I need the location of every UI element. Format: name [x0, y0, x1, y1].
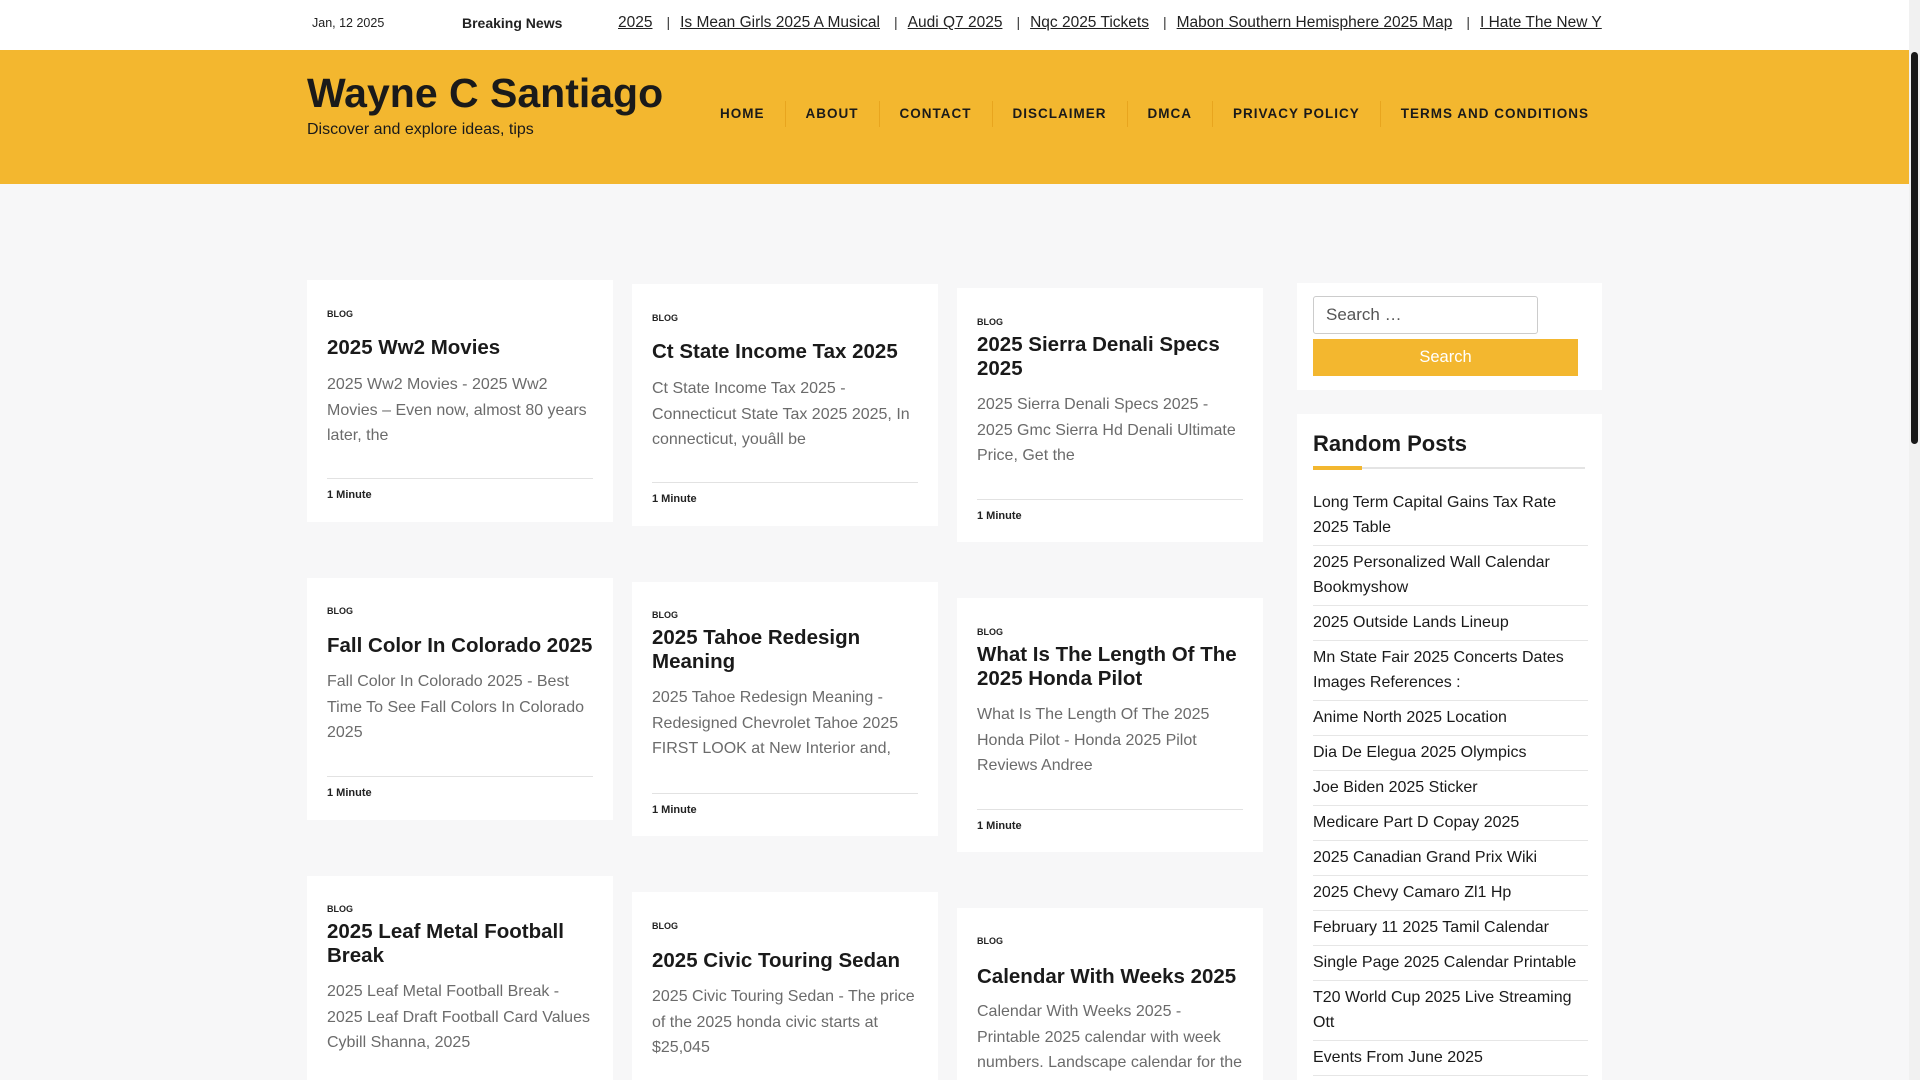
- post-category[interactable]: BLOG: [977, 627, 1003, 637]
- nav-privacy-policy[interactable]: PRIVACY POLICY: [1212, 101, 1380, 127]
- post-category[interactable]: BLOG: [977, 317, 1003, 327]
- post-card: BLOG 2025 Leaf Metal Football Break 2025…: [307, 876, 613, 1080]
- post-category[interactable]: BLOG: [327, 904, 353, 914]
- post-read-time: 1 Minute: [652, 493, 697, 505]
- ticker-separator: |: [894, 14, 898, 30]
- post-excerpt: Fall Color In Colorado 2025 - Best Time …: [327, 673, 584, 741]
- widget-title-accent: [1313, 466, 1362, 470]
- search-button[interactable]: Search: [1313, 339, 1578, 376]
- post-read-time: 1 Minute: [327, 787, 372, 799]
- search-widget: Search: [1297, 283, 1602, 390]
- post-read-time: 1 Minute: [327, 489, 372, 501]
- ticker-separator: |: [1016, 14, 1021, 30]
- random-posts-list: Long Term Capital Gains Tax Rate 2025 Ta…: [1313, 490, 1588, 1076]
- post-card: BLOG 2025 Tahoe Redesign Meaning 2025 Ta…: [632, 582, 938, 836]
- post-card: BLOG Ct State Income Tax 2025 Ct State I…: [632, 284, 938, 526]
- search-input[interactable]: [1313, 296, 1538, 334]
- ticker-separator: |: [1466, 14, 1470, 30]
- post-card: BLOG 2025 Sierra Denali Specs 2025 2025 …: [957, 288, 1263, 542]
- post-excerpt: 2025 Leaf Metal Football Break - 2025 Le…: [327, 983, 590, 1051]
- post-title[interactable]: Fall Color In Colorado 2025: [327, 634, 593, 658]
- post-category[interactable]: BLOG: [327, 606, 353, 616]
- post-excerpt: 2025 Sierra Denali Specs 2025 - 2025 Gmc…: [977, 396, 1236, 464]
- random-post-link[interactable]: T20 World Cup 2025 Live Streaming Ott: [1313, 981, 1588, 1041]
- post-card: BLOG Fall Color In Colorado 2025 Fall Co…: [307, 578, 613, 820]
- scrollbar-thumb[interactable]: [1911, 52, 1918, 444]
- post-read-time: 1 Minute: [977, 510, 1022, 522]
- ticker-link[interactable]: Nqc 2025 Tickets: [1030, 14, 1149, 32]
- post-category[interactable]: BLOG: [327, 309, 353, 319]
- current-date: Jan, 12 2025: [312, 16, 385, 30]
- post-excerpt: Ct State Income Tax 2025 - Connecticut S…: [652, 380, 910, 448]
- random-post-link[interactable]: February 11 2025 Tamil Calendar: [1313, 911, 1588, 946]
- post-category[interactable]: BLOG: [652, 610, 678, 620]
- nav-contact[interactable]: CONTACT: [878, 101, 992, 127]
- post-category[interactable]: BLOG: [652, 921, 678, 931]
- post-card: BLOG 2025 Ww2 Movies 2025 Ww2 Movies - 2…: [307, 280, 613, 522]
- card-divider: [977, 499, 1243, 500]
- post-excerpt: 2025 Ww2 Movies - 2025 Ww2 Movies – Even…: [327, 376, 587, 444]
- post-category[interactable]: BLOG: [977, 936, 1003, 946]
- post-excerpt: Calendar With Weeks 2025 - Printable 202…: [977, 1003, 1243, 1071]
- card-divider: [652, 482, 918, 483]
- nav-terms-and-conditions[interactable]: TERMS AND CONDITIONS: [1379, 101, 1609, 127]
- post-title[interactable]: Calendar With Weeks 2025: [977, 965, 1243, 989]
- site-header: Wayne C Santiago Discover and explore id…: [0, 50, 1909, 184]
- site-title[interactable]: Wayne C Santiago: [307, 70, 663, 117]
- post-title[interactable]: 2025 Tahoe Redesign Meaning: [652, 626, 918, 674]
- ticker-link[interactable]: Mabon Southern Hemisphere 2025 Map: [1177, 14, 1453, 32]
- random-post-link[interactable]: Anime North 2025 Location: [1313, 701, 1588, 736]
- post-category[interactable]: BLOG: [652, 313, 678, 323]
- breaking-news-label: Breaking News: [462, 15, 563, 31]
- nav-disclaimer[interactable]: DISCLAIMER: [991, 101, 1127, 127]
- random-post-link[interactable]: Medicare Part D Copay 2025: [1313, 806, 1588, 841]
- card-divider: [327, 478, 593, 479]
- site-tagline: Discover and explore ideas, tips: [307, 121, 534, 138]
- random-posts-widget: Random Posts Long Term Capital Gains Tax…: [1297, 414, 1602, 1080]
- post-read-time: 1 Minute: [652, 804, 697, 816]
- random-post-link[interactable]: 2025 Canadian Grand Prix Wiki: [1313, 841, 1588, 876]
- ticker-link[interactable]: 2025: [618, 14, 652, 32]
- random-post-link[interactable]: Mn State Fair 2025 Concerts Dates Images…: [1313, 641, 1588, 701]
- ticker-separator: |: [1162, 14, 1167, 30]
- ticker-link[interactable]: Is Mean Girls 2025 A Musical: [680, 14, 880, 32]
- post-card: BLOG What Is The Length Of The 2025 Hond…: [957, 598, 1263, 852]
- ticker-link[interactable]: Audi Q7 2025: [908, 14, 1003, 32]
- post-title[interactable]: 2025 Civic Touring Sedan: [652, 949, 918, 973]
- nav-home[interactable]: HOME: [700, 101, 785, 127]
- main-navigation: HOME ABOUT CONTACT DISCLAIMER DMCA PRIVA…: [700, 101, 1609, 127]
- post-title[interactable]: 2025 Leaf Metal Football Break: [327, 920, 593, 968]
- post-card: BLOG 2025 Civic Touring Sedan 2025 Civic…: [632, 892, 938, 1080]
- ticker-separator: |: [666, 14, 671, 30]
- post-title[interactable]: Ct State Income Tax 2025: [652, 340, 918, 364]
- card-divider: [977, 809, 1243, 810]
- breaking-news-ticker: 2025 | Is Mean Girls 2025 A Musical | Audi Q…: [618, 14, 1604, 36]
- post-excerpt: What Is The Length Of The 2025 Honda Pil…: [977, 706, 1210, 774]
- random-post-link[interactable]: 2025 Personalized Wall Calendar Bookmysh…: [1313, 546, 1588, 606]
- random-post-link[interactable]: Dia De Elegua 2025 Olympics: [1313, 736, 1588, 771]
- random-post-link[interactable]: Joe Biden 2025 Sticker: [1313, 771, 1588, 806]
- page-scrollbar[interactable]: [1909, 0, 1920, 1080]
- post-title[interactable]: 2025 Ww2 Movies: [327, 336, 593, 360]
- post-read-time: 1 Minute: [977, 820, 1022, 832]
- post-excerpt: 2025 Civic Touring Sedan - The price of …: [652, 988, 915, 1056]
- nav-about[interactable]: ABOUT: [784, 101, 879, 127]
- random-post-link[interactable]: 2025 Chevy Camaro Zl1 Hp: [1313, 876, 1588, 911]
- random-post-link[interactable]: 2025 Outside Lands Lineup: [1313, 606, 1588, 641]
- random-post-link[interactable]: Single Page 2025 Calendar Printable: [1313, 946, 1588, 981]
- card-divider: [652, 793, 918, 794]
- random-post-link[interactable]: Long Term Capital Gains Tax Rate 2025 Ta…: [1313, 490, 1588, 546]
- random-post-link[interactable]: Events From June 2025: [1313, 1041, 1588, 1076]
- post-title[interactable]: 2025 Sierra Denali Specs 2025: [977, 333, 1243, 381]
- card-divider: [327, 776, 593, 777]
- post-card: BLOG Calendar With Weeks 2025 Calendar W…: [957, 908, 1263, 1080]
- post-excerpt: 2025 Tahoe Redesign Meaning - Redesigned…: [652, 689, 899, 757]
- top-bar: Jan, 12 2025 Breaking News 2025 | Is Mean …: [0, 0, 1909, 50]
- ticker-link[interactable]: I Hate The New Y: [1480, 14, 1602, 32]
- post-title[interactable]: What Is The Length Of The 2025 Honda Pil…: [977, 643, 1243, 691]
- widget-title: Random Posts: [1313, 431, 1468, 456]
- nav-dmca[interactable]: DMCA: [1126, 101, 1213, 127]
